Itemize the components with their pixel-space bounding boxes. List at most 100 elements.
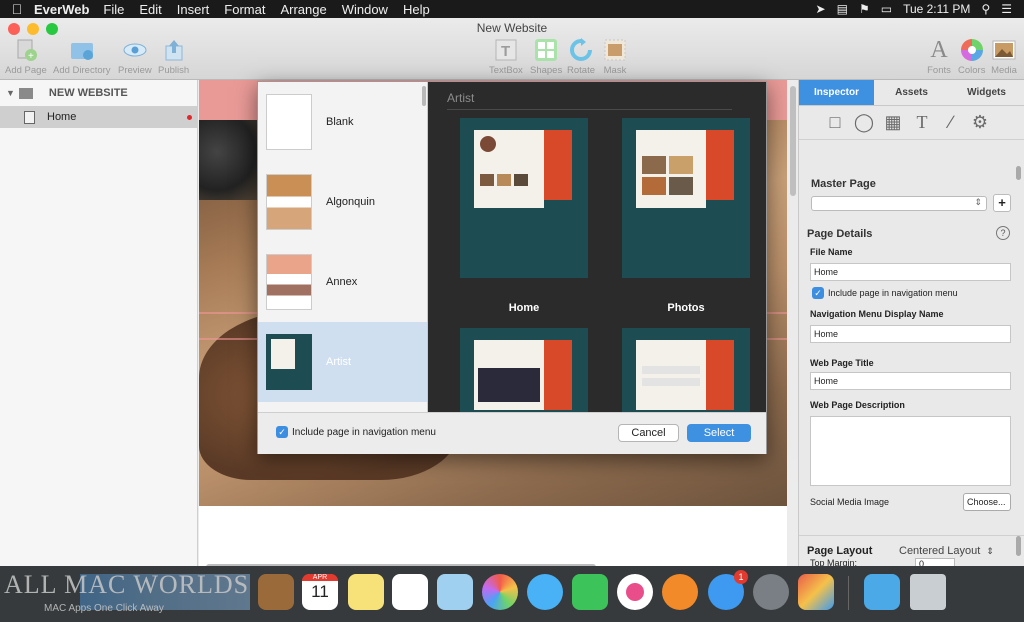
template-list[interactable]: Blank Algonquin Annex Artist [258,82,428,412]
layout-inspector-icon[interactable]: ▦ [883,112,903,133]
inspector-tabs: Inspector Assets Widgets [799,80,1024,106]
file-name-label: File Name [810,247,853,257]
search-icon[interactable]: ⚲ [981,2,990,16]
battery-icon[interactable]: ▭ [881,2,892,16]
display-icon[interactable]: ▤ [837,2,848,16]
inspector-scrollbar[interactable] [1016,166,1021,180]
template-artist[interactable]: Artist [258,322,427,402]
page-card-videos[interactable] [460,328,588,412]
settings-gear-icon[interactable]: ⚙ [970,112,990,133]
menu-list-icon[interactable]: ☰ [1001,2,1012,16]
textbox-button[interactable]: T TextBox [489,38,523,76]
page-inspector-icon[interactable]: □ [825,112,845,133]
nav-display-name-field[interactable]: Home [810,325,1011,343]
include-nav-checkbox[interactable]: ✓ Include page in navigation menu [812,287,958,299]
trash-icon[interactable] [910,574,946,610]
sidebar-page-home[interactable]: Home [0,106,197,128]
layout-select[interactable]: Centered Layout ⇕ [899,545,994,557]
facetime-icon[interactable] [572,574,608,610]
system-preferences-icon[interactable] [753,574,789,610]
add-page-button[interactable]: + Add Page [5,38,47,76]
disclosure-triangle-icon[interactable]: ▼ [6,88,15,98]
publish-button[interactable]: Publish [158,38,189,76]
app-store-icon[interactable]: 1 [708,570,748,610]
text-inspector-icon[interactable]: T [912,112,932,133]
dock-separator [848,576,849,610]
menu-insert[interactable]: Insert [177,2,210,17]
template-label: Artist [326,356,352,368]
link-inspector-icon[interactable]: ∕ [941,112,961,133]
menu-help[interactable]: Help [403,2,430,17]
camera-image [199,120,259,200]
page-nav-strip [706,130,734,200]
mask-button[interactable]: Mask [602,38,628,76]
menu-format[interactable]: Format [224,2,265,17]
template-pages-title: Artist [447,91,475,105]
media-button[interactable]: Media [991,38,1017,76]
rotate-button[interactable]: Rotate [567,38,595,76]
file-name-field[interactable]: Home [810,263,1011,281]
location-icon[interactable]: ➤ [816,2,826,16]
menu-window[interactable]: Window [342,2,388,17]
web-page-description-field[interactable] [810,416,1011,486]
ibooks-icon[interactable] [662,574,698,610]
template-list-scrollbar[interactable] [422,86,426,106]
help-icon[interactable]: ? [996,226,1010,240]
itunes-icon[interactable] [617,574,653,610]
preview-button[interactable]: Preview [118,38,152,76]
template-blank[interactable]: Blank [258,82,427,162]
page-card-home[interactable] [460,118,588,278]
colors-button[interactable]: Colors [958,38,985,76]
photos-icon[interactable] [482,574,518,610]
site-sidebar: ▼ NEW WEBSITE Home [0,80,198,566]
page-nav-strip [544,130,572,200]
downloads-folder-icon[interactable] [864,574,900,610]
tab-widgets[interactable]: Widgets [949,80,1024,105]
site-row[interactable]: ▼ NEW WEBSITE [0,80,197,106]
tab-assets[interactable]: Assets [874,80,949,105]
menu-edit[interactable]: Edit [139,2,161,17]
fonts-button[interactable]: A Fonts [926,37,952,77]
cancel-button[interactable]: Cancel [618,424,679,442]
menu-bar:  EverWeb File Edit Insert Format Arrang… [0,0,1024,18]
messages-icon[interactable] [527,574,563,610]
template-algonquin[interactable]: Algonquin [258,162,427,242]
template-annex[interactable]: Annex [258,242,427,322]
app-menu[interactable]: EverWeb [34,2,89,17]
canvas-vertical-scrollbar[interactable] [790,86,796,196]
web-page-title-field[interactable]: Home [810,372,1011,390]
page-card-contact[interactable] [622,328,750,412]
page-preview [636,340,706,410]
menu-file[interactable]: File [103,2,124,17]
shape-inspector-icon[interactable]: ◯ [854,112,874,133]
notes-icon[interactable] [348,574,384,610]
everweb-icon[interactable] [798,574,834,610]
calendar-icon[interactable]: APR 11 [302,574,338,610]
svg-text:T: T [501,43,510,60]
add-directory-label: Add Directory [53,65,111,76]
add-directory-button[interactable]: Add Directory [53,38,111,76]
master-page-select[interactable]: ⇕ [811,196,987,211]
page-card-photos[interactable] [622,118,750,278]
mask-label: Mask [603,65,627,76]
flag-icon[interactable]: ⚑ [859,2,870,16]
include-nav-checkbox[interactable]: ✓ Include page in navigation menu [276,426,436,438]
menu-arrange[interactable]: Arrange [280,2,326,17]
add-page-icon: + [13,38,39,62]
shapes-button[interactable]: Shapes [530,38,562,76]
master-page-label: Master Page [811,178,876,190]
tab-inspector[interactable]: Inspector [799,80,874,105]
template-label: Annex [326,276,358,288]
site-name: NEW WEBSITE [48,87,128,99]
site-icon [18,87,33,99]
top-margin-field[interactable]: 0 [915,558,956,566]
select-button[interactable]: Select [687,424,751,442]
inspector-scrollbar[interactable] [1016,536,1021,556]
reminders-icon[interactable] [392,574,428,610]
choose-image-button[interactable]: Choose... [963,493,1011,511]
contacts-icon[interactable] [258,574,294,610]
add-master-page-button[interactable]: + [993,194,1011,212]
clock[interactable]: Tue 2:11 PM [903,2,970,16]
preview-app-icon[interactable] [437,574,473,610]
apple-menu-icon[interactable]:  [0,1,34,17]
